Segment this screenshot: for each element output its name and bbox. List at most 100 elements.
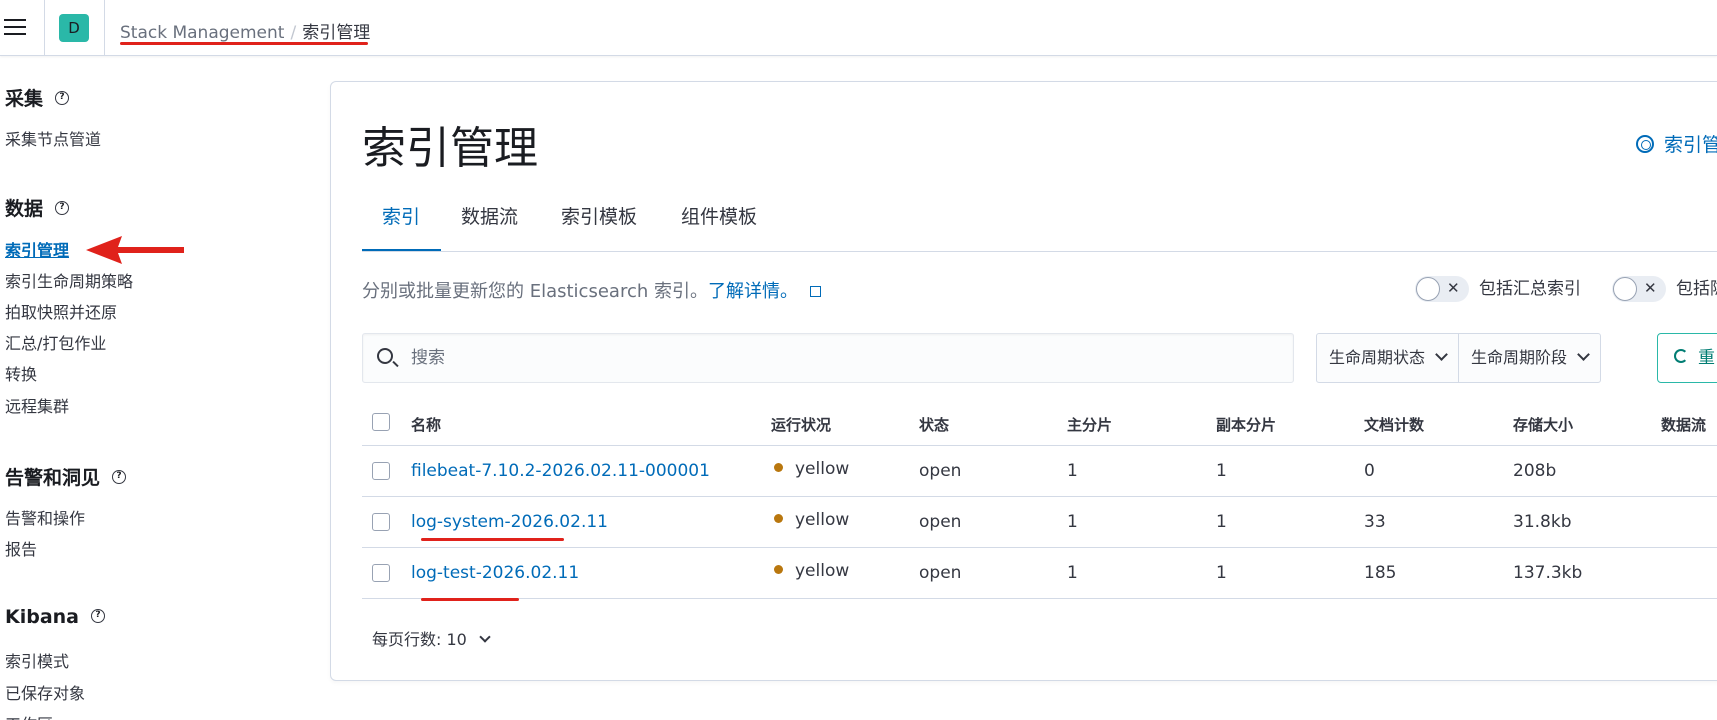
rows-per-page-selector[interactable]: 每页行数: 10 [372,626,491,650]
sidebar-item-rollup-jobs[interactable]: 汇总/打包作业 [5,330,106,354]
row-checkbox[interactable] [372,564,390,582]
table-header: 名称 运行状况 状态 主分片 副本分片 文档计数 存储大小 数据流 [362,410,1717,446]
chevron-down-icon [1435,348,1448,361]
close-icon: ✕ [1447,279,1460,297]
tab-component-templates[interactable]: 组件模板 [681,202,757,229]
space-avatar[interactable]: D [59,14,89,42]
column-data-stream[interactable]: 数据流 [1661,414,1706,435]
top-header: D Stack Management / 索引管理 [0,0,1717,56]
health-dot-icon [774,463,783,472]
include-hidden-toggle[interactable]: ✕ [1612,276,1666,302]
sidebar-item-index-patterns[interactable]: 索引模式 [5,648,69,672]
table-row: filebeat-7.10.2-2026.02.11-000001 yellow… [362,446,1717,497]
sidebar-item-remote-clusters[interactable]: 远程集群 [5,393,69,417]
column-status[interactable]: 状态 [919,414,949,435]
header-divider [44,0,45,56]
help-icon[interactable]: ? [55,200,70,215]
sidebar-item-index-management[interactable]: 索引管理 [5,237,69,261]
chevron-down-icon [479,631,491,643]
sidebar-group-kibana: Kibana? [5,606,106,628]
chevron-down-icon [1577,348,1590,361]
help-icon[interactable]: ? [91,608,106,623]
sidebar-group-data: 数据? [5,194,70,221]
sidebar-item-reporting[interactable]: 报告 [5,536,37,560]
page-description: 分别或批量更新您的 Elasticsearch 索引。了解详情。 [362,277,821,303]
column-docs-count[interactable]: 文档计数 [1364,414,1424,435]
replicas-cell: 1 [1216,563,1227,583]
tab-data-streams[interactable]: 数据流 [461,202,518,229]
docs-count-cell: 185 [1364,563,1397,583]
tab-index-templates[interactable]: 索引模板 [561,202,637,229]
sidebar-item-transforms[interactable]: 转换 [5,361,37,385]
tab-indices[interactable]: 索引 [382,202,420,229]
include-hidden-label: 包括隐 [1676,279,1717,299]
include-rollup-toggle-group: ✕ 包括汇总索引 [1415,274,1581,302]
help-icon[interactable]: ? [55,90,70,105]
storage-size-cell: 31.8kb [1513,512,1572,532]
learn-more-link[interactable]: 了解详情。 [708,281,798,302]
breadcrumb-current: 索引管理 [302,23,371,43]
primary-cell: 1 [1067,563,1078,583]
primary-cell: 1 [1067,512,1078,532]
breadcrumb: Stack Management / 索引管理 [120,18,370,43]
health-dot-icon [774,565,783,574]
index-name-link[interactable]: log-system-2026.02.11 [411,512,608,532]
health-cell: yellow [774,510,849,530]
column-storage-size[interactable]: 存储大小 [1513,414,1573,435]
tabs-divider [362,251,1717,252]
table-row: log-test-2026.02.11 yellow open 1 1 185 … [362,548,1717,599]
reload-indices-button[interactable]: 重 [1657,333,1717,383]
refresh-icon [1674,349,1688,363]
hamburger-menu-icon[interactable] [4,19,26,37]
health-cell: yellow [774,561,849,581]
column-name[interactable]: 名称 [411,414,441,435]
page-title: 索引管理 [362,123,538,174]
lifebuoy-icon [1636,134,1654,153]
annotation-underline [421,598,519,601]
docs-count-cell: 33 [1364,512,1386,532]
column-replicas[interactable]: 副本分片 [1216,414,1276,435]
select-all-checkbox[interactable] [372,413,390,431]
include-rollup-toggle[interactable]: ✕ [1415,276,1469,302]
lifecycle-phase-filter[interactable]: 生命周期阶段 [1458,334,1600,382]
status-cell: open [919,461,962,481]
storage-size-cell: 137.3kb [1513,563,1583,583]
column-health[interactable]: 运行状况 [771,414,831,435]
lifecycle-status-filter[interactable]: 生命周期状态 [1317,334,1458,382]
help-icon[interactable]: ? [112,469,127,484]
replicas-cell: 1 [1216,461,1227,481]
health-dot-icon [774,514,783,523]
storage-size-cell: 208b [1513,461,1557,481]
sidebar-item-ilm-policies[interactable]: 索引生命周期策略 [5,268,133,292]
sidebar-group-alerts-insights: 告警和洞见? [5,463,127,490]
sidebar-item-saved-objects[interactable]: 已保存对象 [5,680,85,704]
include-rollup-label: 包括汇总索引 [1479,279,1581,299]
sidebar-group-ingest: 采集? [5,84,70,111]
index-name-link[interactable]: log-test-2026.02.11 [411,563,579,583]
annotation-underline [120,42,368,45]
column-primary[interactable]: 主分片 [1067,414,1112,435]
breadcrumb-stack-management[interactable]: Stack Management [120,23,284,43]
search-box [362,333,1294,383]
status-cell: open [919,512,962,532]
health-cell: yellow [774,459,849,479]
search-icon [377,348,393,364]
search-input[interactable] [411,342,1271,374]
include-hidden-toggle-group: ✕ 包括隐 [1612,274,1717,302]
sidebar-item-snapshot-restore[interactable]: 拍取快照并还原 [5,299,117,323]
index-management-docs-link[interactable]: 索引管 [1636,130,1717,157]
row-checkbox[interactable] [372,513,390,531]
annotation-arrow-icon [86,236,184,264]
annotation-underline [421,538,564,541]
index-name-link[interactable]: filebeat-7.10.2-2026.02.11-000001 [411,461,710,481]
row-checkbox[interactable] [372,462,390,480]
header-divider [104,0,105,56]
table-row: log-system-2026.02.11 yellow open 1 1 33… [362,497,1717,548]
breadcrumb-separator: / [290,23,297,43]
docs-count-cell: 0 [1364,461,1375,481]
lifecycle-filters: 生命周期状态 生命周期阶段 [1316,333,1602,383]
sidebar-item-ingest-pipelines[interactable]: 采集节点管道 [5,126,101,150]
sidebar-item-alerts-actions[interactable]: 告警和操作 [5,505,85,529]
primary-cell: 1 [1067,461,1078,481]
sidebar-item-workspaces[interactable]: 工作区 [5,711,53,720]
